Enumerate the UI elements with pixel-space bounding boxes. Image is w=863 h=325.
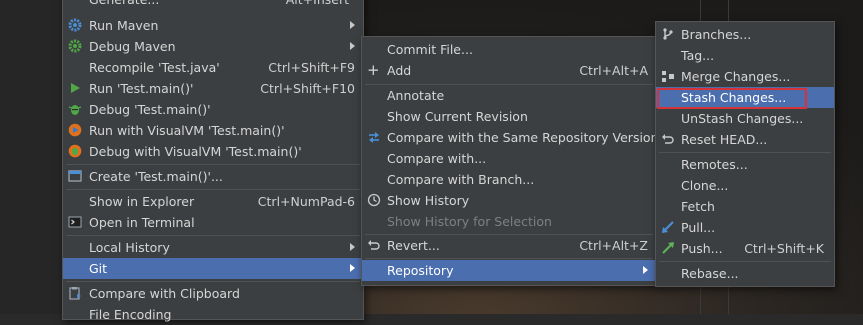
revert-arrow-icon xyxy=(368,240,380,250)
menu-item-create-config[interactable]: Create 'Test.main()'... xyxy=(63,166,363,187)
menu-item-open-in-terminal[interactable]: Open in Terminal xyxy=(63,212,363,233)
menu-separator xyxy=(66,235,360,236)
menu-item-local-history[interactable]: Local History xyxy=(63,237,363,258)
merge-icon xyxy=(662,71,674,82)
clock-history-icon xyxy=(367,193,381,207)
menu-item-annotate[interactable]: Annotate xyxy=(362,85,656,106)
submenu-arrow-icon xyxy=(350,243,355,251)
repository-submenu: Branches... Tag... Merge Changes... Stas… xyxy=(655,21,835,287)
menu-item-run-visualvm[interactable]: Run with VisualVM 'Test.main()' xyxy=(63,120,363,141)
editor-context-menu: Generate... Alt+Insert Run Maven Debug M… xyxy=(62,0,364,322)
visualvm-run-icon xyxy=(68,123,82,137)
submenu-arrow-icon xyxy=(643,266,648,274)
terminal-icon xyxy=(68,216,82,228)
menu-item-file-encoding[interactable]: File Encoding xyxy=(63,304,363,325)
menu-item-add[interactable]: + Add Ctrl+Alt+A xyxy=(362,60,656,81)
menu-item-remotes[interactable]: Remotes... xyxy=(656,154,834,175)
menu-item-branches[interactable]: Branches... xyxy=(656,24,834,45)
menu-item-recompile[interactable]: Recompile 'Test.java' Ctrl+Shift+F9 xyxy=(63,57,363,78)
menu-item-commit-file[interactable]: Commit File... xyxy=(362,39,656,60)
menu-item-fetch[interactable]: Fetch xyxy=(656,196,834,217)
git-submenu: Commit File... + Add Ctrl+Alt+A Annotate… xyxy=(361,36,659,286)
debug-bug-icon xyxy=(68,105,82,115)
menu-separator xyxy=(66,189,360,190)
menu-item-tag[interactable]: Tag... xyxy=(656,45,834,66)
run-play-icon xyxy=(71,83,80,93)
menu-item-rebase[interactable]: Rebase... xyxy=(656,263,834,284)
clipboard-compare-icon xyxy=(69,287,81,300)
menu-item-run-test-main[interactable]: Run 'Test.main()' Ctrl+Shift+F10 xyxy=(63,78,363,99)
diff-arrows-icon xyxy=(369,132,379,143)
branch-icon xyxy=(663,28,673,40)
push-arrow-icon xyxy=(662,242,674,254)
menu-item-show-history[interactable]: Show History xyxy=(362,190,656,211)
menu-item-show-history-selection: Show History for Selection xyxy=(387,214,552,229)
menu-item-reset-head[interactable]: Reset HEAD... xyxy=(656,129,834,150)
menu-separator xyxy=(66,281,360,282)
menu-item-merge-changes[interactable]: Merge Changes... xyxy=(656,66,834,87)
maven-gear-icon xyxy=(68,18,82,32)
maven-debug-gear-icon xyxy=(68,39,82,53)
menu-item-compare-with[interactable]: Compare with... xyxy=(362,148,656,169)
menu-item-show-current-revision[interactable]: Show Current Revision xyxy=(362,106,656,127)
menu-separator xyxy=(66,164,360,165)
pull-arrow-icon xyxy=(662,221,674,233)
visualvm-debug-icon xyxy=(68,144,82,158)
menu-item-compare-same-repo[interactable]: Compare with the Same Repository Version xyxy=(362,127,659,148)
plus-icon: + xyxy=(367,61,380,79)
submenu-arrow-icon xyxy=(350,21,355,29)
stash-highlight-box xyxy=(657,88,807,109)
editor-gutter xyxy=(0,0,62,314)
menu-item-debug-maven[interactable]: Debug Maven xyxy=(63,36,363,57)
menu-item-run-maven[interactable]: Run Maven xyxy=(63,15,363,36)
menu-item-pull[interactable]: Pull... xyxy=(656,217,834,238)
reset-arrow-icon xyxy=(662,134,674,144)
menu-item-unstash-changes[interactable]: UnStash Changes... xyxy=(656,108,834,129)
menu-separator xyxy=(659,261,831,262)
menu-separator xyxy=(659,152,831,153)
menu-item-generate[interactable]: Generate... Alt+Insert xyxy=(63,0,363,10)
menu-item-git[interactable]: Git xyxy=(63,258,363,279)
menu-item-compare-branch[interactable]: Compare with Branch... xyxy=(362,169,656,190)
menu-item-revert[interactable]: Revert... Ctrl+Alt+Z xyxy=(362,235,656,256)
menu-item-compare-clipboard[interactable]: Compare with Clipboard xyxy=(63,283,363,304)
menu-item-push[interactable]: Push... Ctrl+Shift+K xyxy=(656,238,834,259)
menu-item-debug-visualvm[interactable]: Debug with VisualVM 'Test.main()' xyxy=(63,141,363,162)
menu-item-clone[interactable]: Clone... xyxy=(656,175,834,196)
submenu-arrow-icon xyxy=(350,264,355,272)
run-config-window-icon xyxy=(68,170,82,182)
menu-item-repository[interactable]: Repository xyxy=(362,260,656,281)
menu-separator xyxy=(365,258,653,259)
submenu-arrow-icon xyxy=(350,42,355,50)
menu-item-show-in-explorer[interactable]: Show in Explorer Ctrl+NumPad-6 xyxy=(63,191,363,212)
menu-item-debug-test-main[interactable]: Debug 'Test.main()' xyxy=(63,99,363,120)
